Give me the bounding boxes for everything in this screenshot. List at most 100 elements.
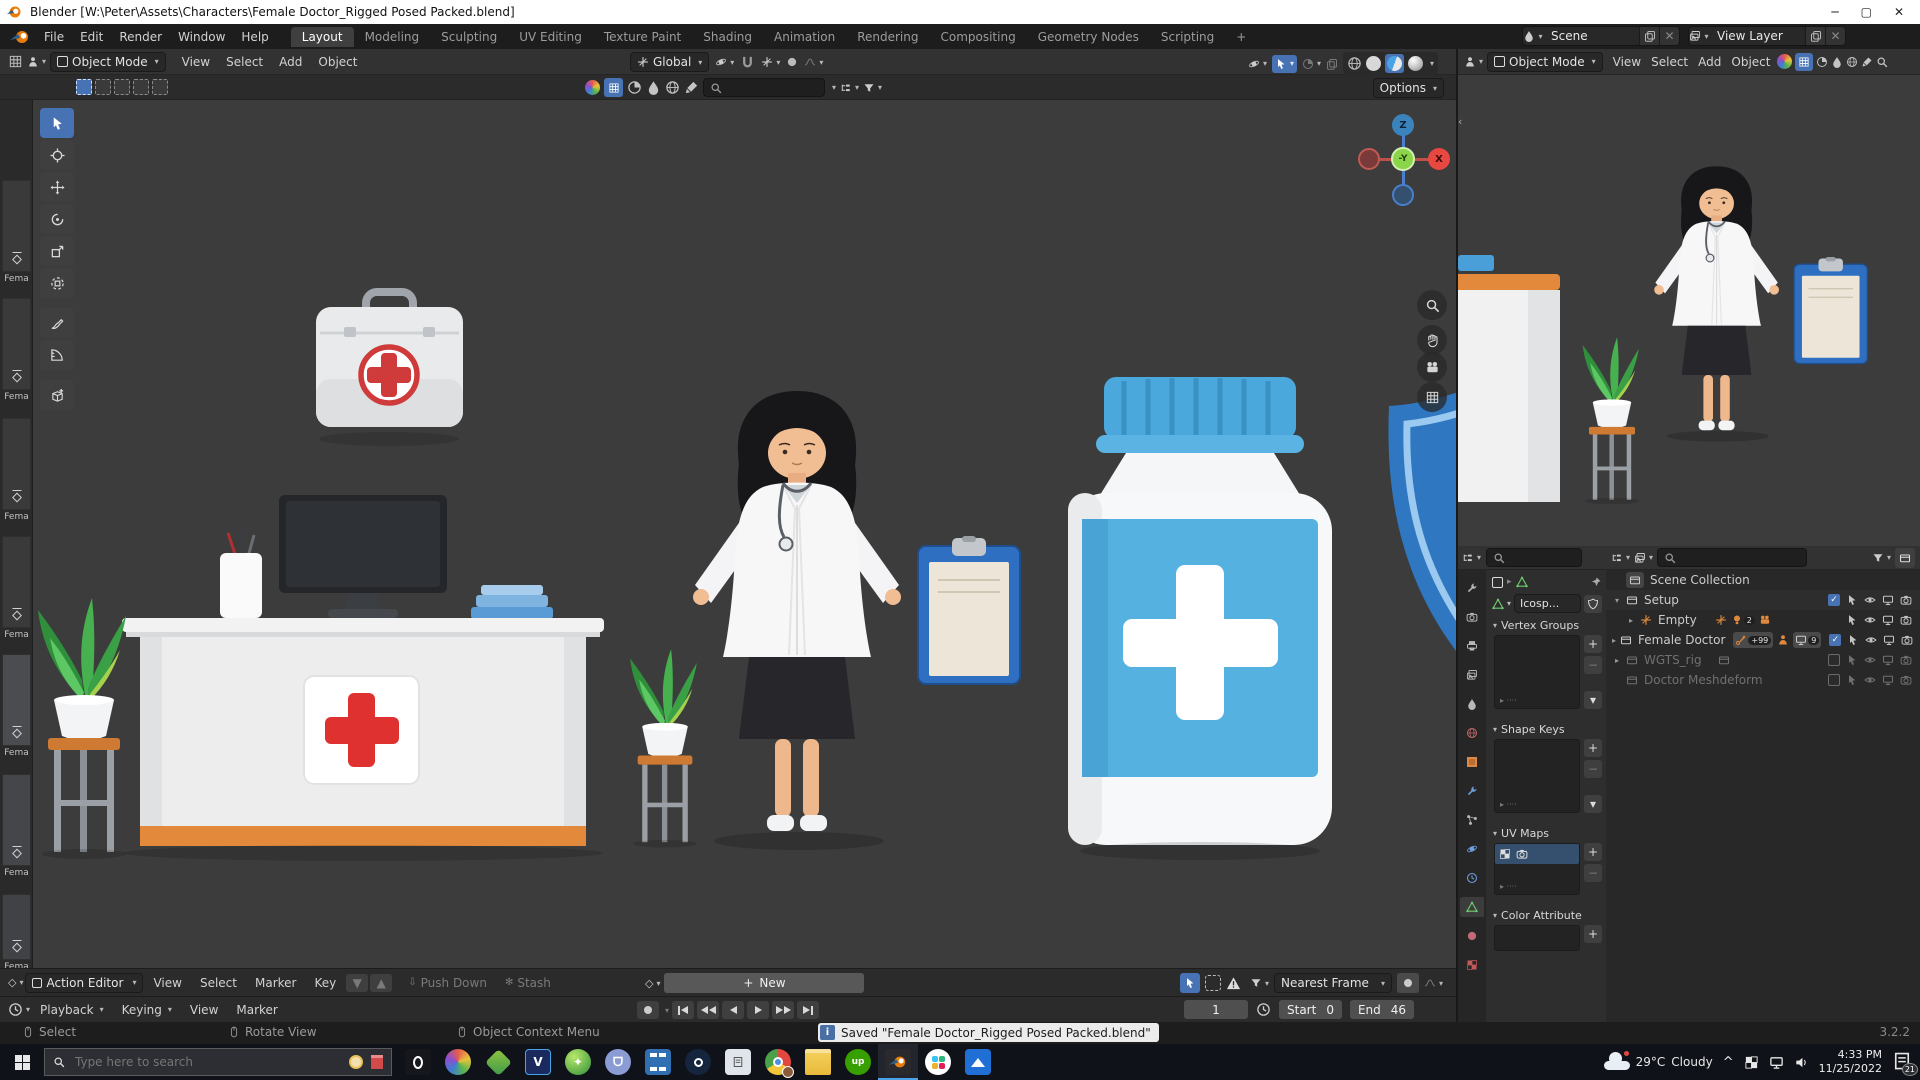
scene-selector[interactable]: ▾ Scene ✕ — [1522, 26, 1680, 46]
region-collapse-icon[interactable]: ‹ — [1458, 115, 1462, 128]
pen-cup[interactable] — [220, 529, 262, 618]
add-color-attribute-button[interactable]: + — [1584, 925, 1602, 943]
app-webcam[interactable] — [398, 1044, 438, 1080]
viewport-canvas[interactable] — [33, 100, 1456, 968]
dope-menu-select[interactable]: Select — [192, 976, 245, 990]
snap-magnet-icon[interactable] — [740, 55, 755, 70]
material-ball-icon[interactable] — [1777, 54, 1793, 69]
move-channel-up-icon[interactable]: ▲ — [370, 973, 393, 992]
pin-icon[interactable] — [1590, 576, 1602, 588]
new-collection-button[interactable] — [1895, 547, 1915, 568]
dope-filter-icon[interactable]: ▾ — [1250, 977, 1269, 989]
tab-compositing[interactable]: Compositing — [929, 27, 1026, 47]
datablock-name-field[interactable]: Icosp... — [1514, 594, 1581, 613]
frame-end-field[interactable]: End 46 — [1349, 1000, 1415, 1019]
app-notes[interactable] — [718, 1044, 758, 1080]
auto-keying-icon[interactable] — [637, 1001, 659, 1019]
panel-uv-maps[interactable]: ▾ UV Maps — [1490, 827, 1604, 840]
light-icon[interactable]: 2 — [1731, 614, 1755, 626]
female-doctor-character[interactable] — [691, 389, 903, 852]
selectable-icon[interactable] — [1846, 594, 1858, 606]
asset-thumbnail[interactable] — [2, 654, 31, 746]
render-disable-icon[interactable] — [1901, 634, 1913, 646]
render-region-icon[interactable] — [604, 78, 623, 97]
start-button[interactable] — [0, 1044, 44, 1080]
hide-eye-icon[interactable] — [1864, 654, 1876, 666]
select-mode-set-icon[interactable] — [76, 79, 92, 95]
color-attribute-list[interactable] — [1494, 925, 1580, 951]
empty-axes-icon[interactable] — [1715, 614, 1727, 626]
view-layer-name[interactable]: View Layer — [1709, 29, 1805, 43]
asset-item[interactable]: Fema — [2, 654, 31, 758]
weather-widget[interactable]: 29°C Cloudy — [1603, 1051, 1713, 1070]
app-discord[interactable]: ᗜ — [598, 1044, 638, 1080]
medicine-bottle[interactable] — [1068, 377, 1332, 860]
properties-editor-type-icon[interactable]: ▾ — [1462, 552, 1481, 564]
navigation-gizmo[interactable]: Z X -Y — [1358, 114, 1450, 206]
remove-uv-map-button[interactable]: − — [1584, 864, 1602, 882]
editor-type-icon[interactable] — [8, 54, 23, 69]
asset-item[interactable]: Fema — [2, 298, 31, 402]
only-selected-icon[interactable] — [1180, 973, 1200, 993]
vertex-groups-list[interactable]: ▸ ···· — [1494, 635, 1580, 709]
selectable-icon[interactable] — [1847, 634, 1859, 646]
snap-with-icon[interactable]: ▾ — [761, 56, 780, 68]
zoom-button[interactable] — [1417, 290, 1447, 320]
action-datablock-icon[interactable]: ◇ ▾ — [645, 977, 660, 990]
app-file-explorer[interactable] — [798, 1044, 838, 1080]
dope-menu-view[interactable]: View — [145, 976, 189, 990]
pan-hand-button[interactable] — [1417, 325, 1447, 355]
proportional-falloff-icon[interactable]: ▾ — [804, 56, 823, 68]
tab-material[interactable] — [1460, 926, 1484, 946]
menu-render[interactable]: Render — [111, 30, 170, 44]
proportional-edit-icon[interactable] — [786, 56, 798, 68]
viewport2-canvas[interactable] — [1458, 75, 1920, 546]
viewport2-menu-view[interactable]: View — [1608, 55, 1646, 69]
tab-layout[interactable]: Layout — [290, 26, 354, 47]
viewport-menu-object[interactable]: Object — [310, 55, 365, 69]
drop-icon[interactable] — [646, 80, 661, 95]
select-mode-subtract-icon[interactable] — [114, 79, 130, 95]
menu-file[interactable]: File — [36, 30, 72, 44]
shape-key-specials-icon[interactable]: ▾ — [1584, 795, 1602, 813]
plant-left[interactable] — [38, 598, 126, 859]
rotate-tool[interactable] — [40, 204, 74, 234]
scale-tool[interactable] — [40, 236, 74, 266]
app-blender[interactable] — [878, 1044, 918, 1080]
asset-thumbnail[interactable] — [2, 418, 31, 510]
panel-color-attribute[interactable]: ▾ Color Attribute — [1490, 909, 1604, 922]
toggle-perspective-button[interactable] — [1417, 382, 1447, 412]
tab-output[interactable] — [1460, 636, 1484, 656]
tab-shading[interactable]: Shading — [692, 27, 763, 47]
asset-item[interactable]: Fema — [2, 894, 31, 968]
select-mode-invert-icon[interactable] — [133, 79, 149, 95]
jump-to-end-button[interactable] — [797, 1001, 820, 1019]
hidden-channels-icon[interactable] — [1205, 975, 1221, 991]
breadcrumb-object-icon[interactable] — [1492, 576, 1503, 588]
asset-thumbnail[interactable] — [2, 298, 31, 390]
outliner-scene-mode-icon[interactable]: ▾ — [1634, 552, 1653, 564]
render-disable-icon[interactable] — [1900, 654, 1912, 666]
brush-icon[interactable] — [684, 80, 699, 95]
outliner-row-wgts-rig[interactable]: ▸ WGTS_rig — [1606, 650, 1920, 670]
asset-item[interactable]: Fema — [2, 418, 31, 522]
pie-icon[interactable] — [627, 80, 642, 95]
asset-item[interactable]: Fema — [2, 180, 31, 284]
remove-vertex-group-button[interactable]: − — [1584, 656, 1602, 674]
properties-search-input[interactable] — [1486, 548, 1583, 567]
asset-thumbnail[interactable] — [2, 180, 31, 272]
snap-mode-dropdown[interactable]: Nearest Frame ▾ — [1274, 973, 1393, 993]
viewport-disable-icon[interactable] — [1883, 634, 1895, 646]
viewport2-menu-object[interactable]: Object — [1726, 55, 1775, 69]
tab-view-layer[interactable] — [1460, 665, 1484, 685]
select-mode-extend-icon[interactable] — [95, 79, 111, 95]
checkbox-icon[interactable]: ✓ — [1829, 634, 1842, 646]
mode-history-icon[interactable]: ▾ — [1464, 56, 1483, 68]
shield[interactable] — [1388, 380, 1456, 692]
move-tool[interactable] — [40, 172, 74, 202]
gift-icon[interactable] — [371, 1055, 383, 1069]
hide-eye-icon[interactable] — [1864, 614, 1876, 626]
shading-rendered-icon[interactable] — [1407, 56, 1423, 71]
menu-help[interactable]: Help — [233, 30, 276, 44]
tab-texture-paint[interactable]: Texture Paint — [593, 27, 692, 47]
